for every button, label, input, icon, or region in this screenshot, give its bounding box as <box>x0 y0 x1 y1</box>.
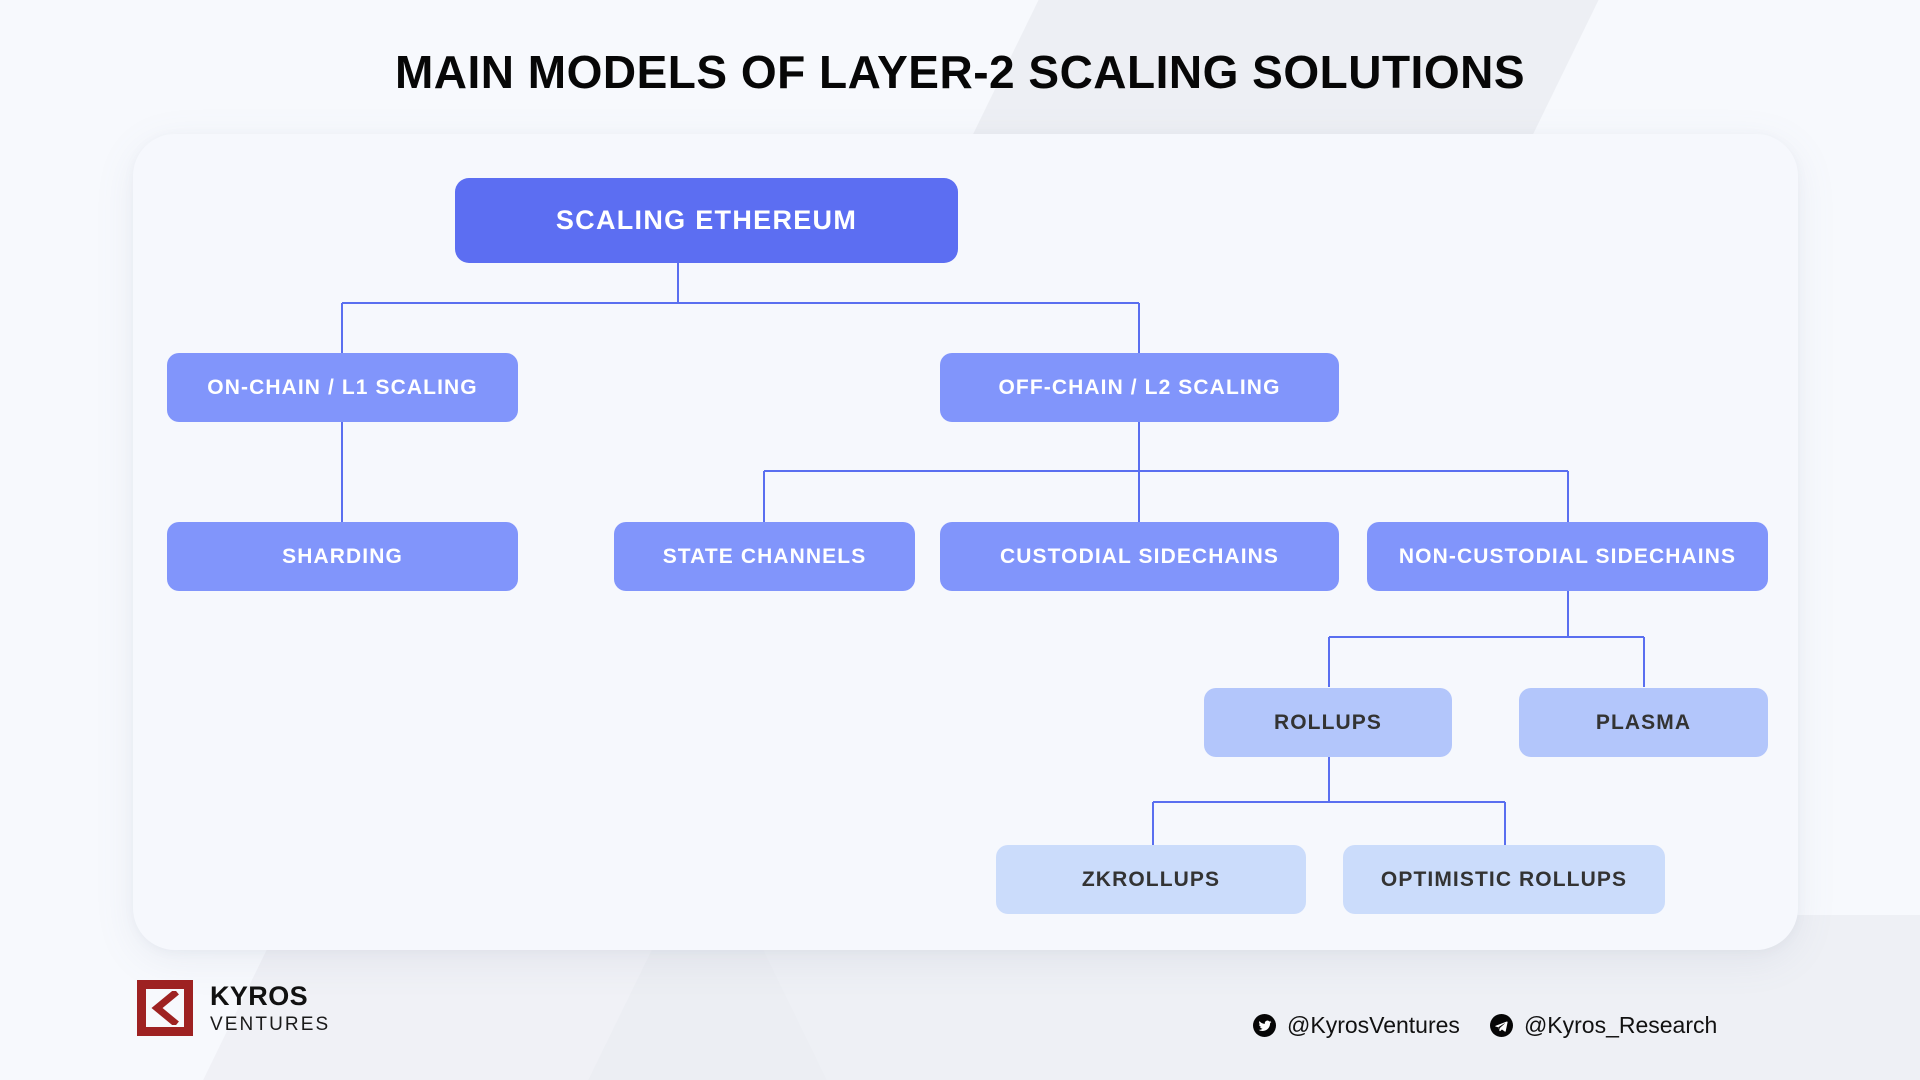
brand-logo: KYROS VENTURES <box>137 980 330 1036</box>
social-link-twitter[interactable]: @KyrosVentures <box>1253 1012 1460 1039</box>
node-rollups[interactable]: ROLLUPS <box>1204 688 1452 757</box>
node-label: CUSTODIAL SIDECHAINS <box>999 544 1280 568</box>
node-optimistic-rollups[interactable]: OPTIMISTIC ROLLUPS <box>1343 845 1665 914</box>
node-sharding[interactable]: SHARDING <box>167 522 518 591</box>
node-on-chain-l1-scaling[interactable]: ON-CHAIN / L1 SCALING <box>167 353 518 422</box>
social-handle: @Kyros_Research <box>1523 1012 1718 1038</box>
brand-logo-text: KYROS VENTURES <box>210 980 331 1035</box>
node-non-custodial-sidechains[interactable]: NON-CUSTODIAL SIDECHAINS <box>1367 522 1768 591</box>
node-label: STATE CHANNELS <box>662 544 867 568</box>
page-title: MAIN MODELS OF LAYER-2 SCALING SOLUTIONS <box>394 46 1526 98</box>
social-links: @KyrosVentures @Kyros_Research <box>1253 1012 1717 1039</box>
node-plasma[interactable]: PLASMA <box>1519 688 1768 757</box>
node-label: NON-CUSTODIAL SIDECHAINS <box>1398 544 1737 568</box>
infographic-canvas: MAIN MODELS OF LAYER-2 SCALING SOLUTIONS <box>0 0 1920 1080</box>
node-off-chain-l2-scaling[interactable]: OFF-CHAIN / L2 SCALING <box>940 353 1339 422</box>
node-state-channels[interactable]: STATE CHANNELS <box>614 522 915 591</box>
social-link-telegram[interactable]: @Kyros_Research <box>1489 1012 1718 1039</box>
node-custodial-sidechains[interactable]: CUSTODIAL SIDECHAINS <box>940 522 1339 591</box>
twitter-icon <box>1253 1014 1276 1037</box>
telegram-icon <box>1489 1014 1513 1037</box>
node-label: OPTIMISTIC ROLLUPS <box>1380 867 1628 891</box>
node-scaling-ethereum[interactable]: SCALING ETHEREUM <box>455 178 958 263</box>
node-label: PLASMA <box>1595 710 1692 734</box>
node-label: SCALING ETHEREUM <box>555 205 858 235</box>
node-label: OFF-CHAIN / L2 SCALING <box>998 375 1281 399</box>
node-label: SHARDING <box>282 544 403 568</box>
node-label: ON-CHAIN / L1 SCALING <box>207 375 478 399</box>
brand-name-secondary: VENTURES <box>210 1013 331 1035</box>
node-zkrollups[interactable]: ZKROLLUPS <box>996 845 1306 914</box>
node-label: ZKROLLUPS <box>1081 867 1221 891</box>
social-handle: @KyrosVentures <box>1287 1012 1460 1038</box>
brand-name-primary: KYROS <box>210 980 309 1011</box>
chevron-left-icon <box>137 980 193 1036</box>
node-label: ROLLUPS <box>1273 710 1383 734</box>
